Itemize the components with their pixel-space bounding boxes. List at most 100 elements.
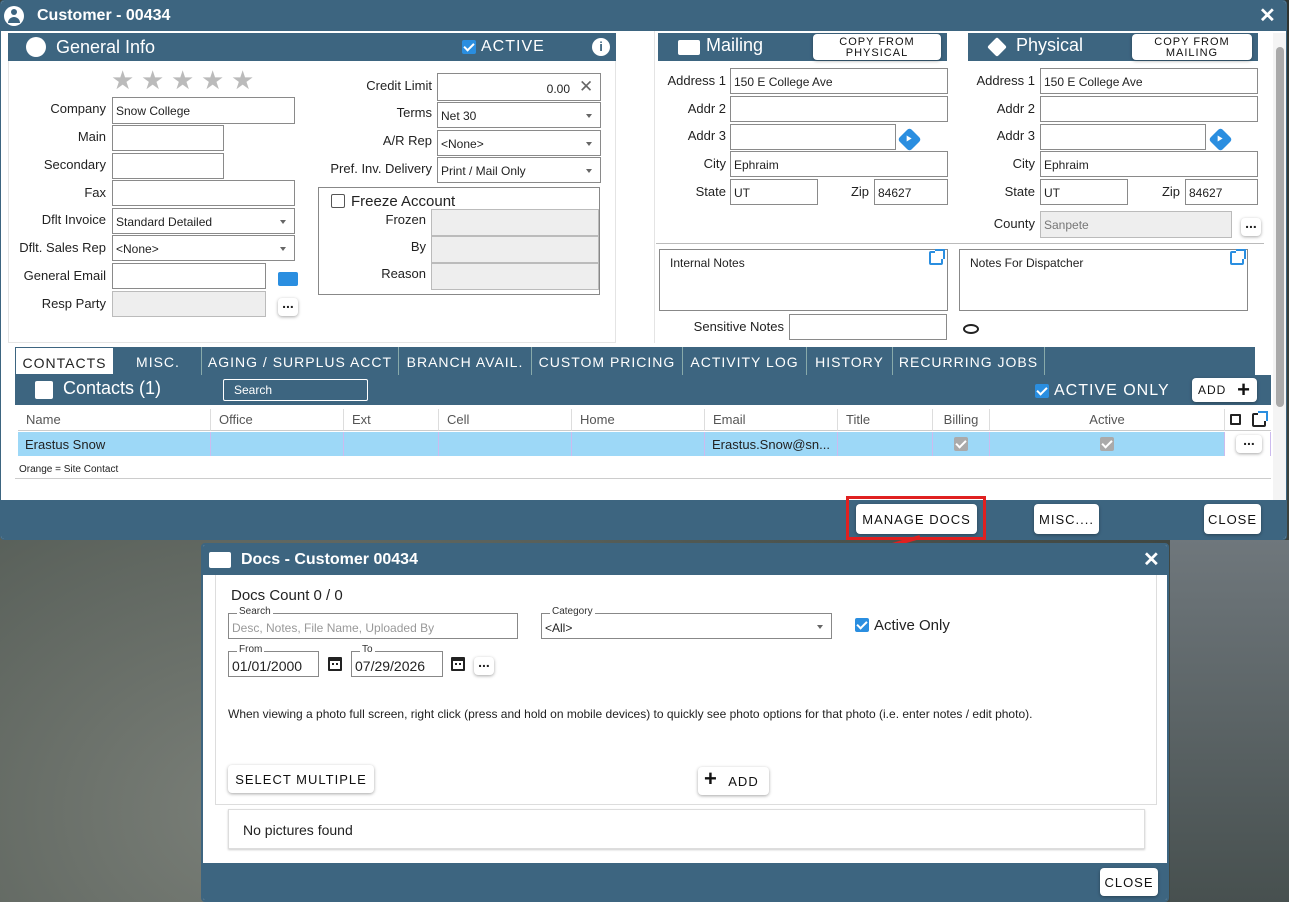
billing-checkbox[interactable] xyxy=(954,437,968,451)
county-more-icon[interactable]: ... xyxy=(1241,216,1261,236)
contact-billing-cell[interactable] xyxy=(933,432,990,456)
contact-cell[interactable] xyxy=(439,432,572,456)
mailing-zip-input[interactable]: 84627 xyxy=(874,179,948,205)
fax-input[interactable] xyxy=(112,180,295,206)
calendar-icon[interactable] xyxy=(328,657,342,671)
physical-address1-input[interactable]: 150 E College Ave xyxy=(1040,68,1258,94)
contact-home[interactable] xyxy=(572,432,705,456)
column-header[interactable]: Office xyxy=(211,409,344,431)
ar-rep-select[interactable]: <None> xyxy=(437,130,601,156)
active-checkbox[interactable] xyxy=(1100,437,1114,451)
add-contact-button[interactable]: ADD + xyxy=(1192,377,1257,402)
contacts-search-input[interactable]: Search xyxy=(223,379,368,401)
tab-misc[interactable]: MISC. xyxy=(115,347,202,375)
tab-custom-pricing[interactable]: CUSTOM PRICING xyxy=(532,347,683,375)
dflt-sales-rep-select[interactable]: <None> xyxy=(112,235,295,261)
rating-star-icon[interactable]: ★ xyxy=(201,65,224,96)
docs-search-input[interactable]: Search Desc, Notes, File Name, Uploaded … xyxy=(228,606,518,639)
docs-active-only-checkbox[interactable] xyxy=(855,618,869,632)
mailing-addr2-input[interactable] xyxy=(730,96,948,122)
info-icon[interactable]: i xyxy=(592,38,610,56)
tab-aging-surplus[interactable]: AGING / SURPLUS ACCT xyxy=(202,347,399,375)
date-more-icon[interactable]: ... xyxy=(474,655,494,675)
directions-icon[interactable] xyxy=(1208,127,1233,152)
resp-party-more-icon[interactable]: ... xyxy=(278,296,298,316)
physical-addr3-input[interactable] xyxy=(1040,124,1206,150)
physical-city-input[interactable]: Ephraim xyxy=(1040,151,1258,177)
email-icon[interactable] xyxy=(278,272,298,286)
column-header[interactable]: Ext xyxy=(344,409,439,431)
contact-email[interactable]: Erastus.Snow@sn... xyxy=(705,432,838,456)
column-header[interactable]: Title xyxy=(838,409,933,431)
contact-office[interactable] xyxy=(211,432,344,456)
mailing-city-input[interactable]: Ephraim xyxy=(730,151,948,177)
close-icon[interactable]: ✕ xyxy=(1143,550,1160,570)
active-only-checkbox[interactable] xyxy=(1035,384,1049,398)
misc-button[interactable]: MISC.... xyxy=(1034,504,1099,534)
docs-close-button[interactable]: CLOSE xyxy=(1100,868,1158,896)
pref-inv-delivery-select[interactable]: Print / Mail Only xyxy=(437,157,601,183)
contact-name[interactable]: Erastus Snow xyxy=(18,432,211,456)
to-date-input[interactable]: To 07/29/2026 xyxy=(351,644,443,677)
desktop-background-right xyxy=(1170,540,1289,902)
tab-recurring-jobs[interactable]: RECURRING JOBS xyxy=(893,347,1045,375)
close-button[interactable]: CLOSE xyxy=(1204,504,1261,534)
dispatcher-notes-box[interactable]: Notes For Dispatcher xyxy=(959,249,1248,311)
active-checkbox[interactable] xyxy=(462,40,476,54)
contact-title[interactable] xyxy=(838,432,933,456)
id-card-icon xyxy=(209,552,231,568)
rating-star-icon[interactable]: ★ xyxy=(171,65,194,96)
rating-star-icon[interactable]: ★ xyxy=(141,65,164,96)
main-phone-input[interactable] xyxy=(112,125,224,151)
copy-from-physical-button[interactable]: COPY FROM PHYSICAL xyxy=(813,34,941,60)
row-more-icon[interactable]: ... xyxy=(1236,433,1262,453)
rating-star-icon[interactable]: ★ xyxy=(231,65,254,96)
physical-state-input[interactable]: UT xyxy=(1040,179,1128,205)
export-icon[interactable] xyxy=(1252,411,1268,427)
tab-history[interactable]: HISTORY xyxy=(807,347,893,375)
secondary-label: Secondary xyxy=(43,157,106,172)
scrollbar[interactable] xyxy=(1273,33,1286,538)
tab-branch-avail[interactable]: BRANCH AVAIL. xyxy=(399,347,532,375)
eye-icon[interactable] xyxy=(963,324,979,334)
calendar-icon[interactable] xyxy=(451,657,465,671)
sensitive-notes-input[interactable] xyxy=(789,314,947,340)
credit-limit-input[interactable]: 0.00 xyxy=(437,73,601,101)
column-header[interactable]: Name xyxy=(18,409,211,431)
from-date-input[interactable]: From 01/01/2000 xyxy=(228,644,319,677)
company-input[interactable]: Snow College xyxy=(112,97,295,124)
select-multiple-button[interactable]: SELECT MULTIPLE xyxy=(228,765,374,793)
column-header[interactable]: Home xyxy=(572,409,705,431)
mailing-addr3-input[interactable] xyxy=(730,124,896,150)
open-external-icon[interactable] xyxy=(1230,249,1246,265)
open-external-icon[interactable] xyxy=(929,249,945,265)
category-select[interactable]: Category <All> xyxy=(541,606,832,639)
clear-icon[interactable]: ✕ xyxy=(579,77,593,97)
freeze-account-checkbox[interactable] xyxy=(331,194,345,208)
column-header[interactable]: Email xyxy=(705,409,838,431)
scrollbar-thumb[interactable] xyxy=(1276,47,1284,407)
tab-activity-log[interactable]: ACTIVITY LOG xyxy=(683,347,807,375)
docs-add-button[interactable]: + ADD xyxy=(698,766,769,795)
physical-zip-input[interactable]: 84627 xyxy=(1185,179,1258,205)
secondary-phone-input[interactable] xyxy=(112,153,224,179)
tab-contacts[interactable]: CONTACTS xyxy=(15,347,114,375)
column-header[interactable]: Cell xyxy=(439,409,572,431)
close-icon[interactable]: ✕ xyxy=(1259,6,1276,26)
mailing-state-input[interactable]: UT xyxy=(730,179,818,205)
terms-select[interactable]: Net 30 xyxy=(437,102,601,128)
column-header[interactable]: Billing xyxy=(933,409,990,431)
dflt-invoice-select[interactable]: Standard Detailed xyxy=(112,208,295,234)
physical-addr2-input[interactable] xyxy=(1040,96,1258,122)
contact-ext[interactable] xyxy=(344,432,439,456)
contact-active-cell[interactable] xyxy=(990,432,1225,456)
directions-icon[interactable] xyxy=(897,127,922,152)
column-header[interactable]: Active xyxy=(990,409,1225,431)
copy-from-mailing-button[interactable]: COPY FROM MAILING xyxy=(1132,34,1252,60)
mailing-address1-input[interactable]: 150 E College Ave xyxy=(730,68,948,94)
rating-star-icon[interactable]: ★ xyxy=(111,65,134,96)
column-chooser-icon[interactable] xyxy=(1230,414,1241,425)
general-email-input[interactable] xyxy=(112,263,266,289)
empty-message-box: No pictures found xyxy=(228,809,1145,849)
internal-notes-box[interactable]: Internal Notes xyxy=(659,249,948,311)
